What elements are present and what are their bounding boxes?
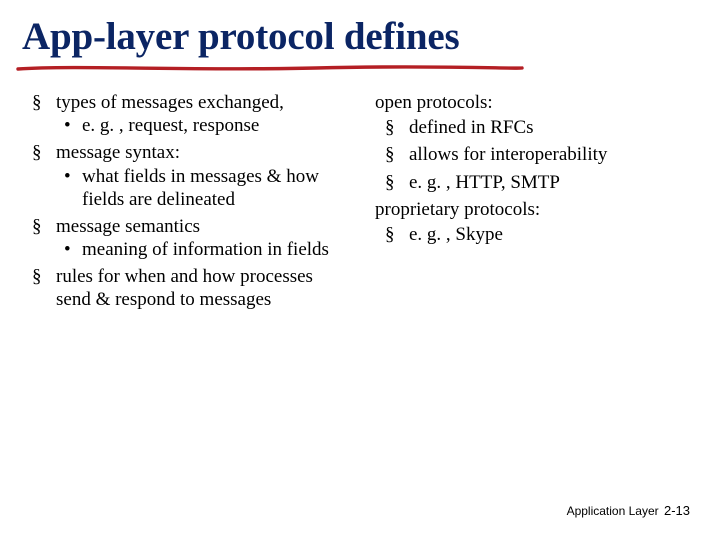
section-heading: open protocols: xyxy=(375,91,698,114)
list-text: message syntax: xyxy=(56,142,180,163)
footer-page: 2-13 xyxy=(664,503,690,518)
right-list: defined in RFCs allows for interoperabil… xyxy=(375,116,698,194)
footer-section: Application Layer xyxy=(567,504,659,518)
title-underline xyxy=(22,63,698,73)
left-list: types of messages exchanged, e. g. , req… xyxy=(22,91,345,312)
slide-title: App-layer protocol defines xyxy=(22,14,698,59)
list-item: e. g. , HTTP, SMTP xyxy=(409,171,698,194)
footer: Application Layer 2-13 xyxy=(567,503,690,518)
slide: App-layer protocol defines types of mess… xyxy=(0,0,720,540)
list-item: types of messages exchanged, e. g. , req… xyxy=(56,91,345,137)
list-item: allows for interoperability xyxy=(409,143,698,166)
list-item: defined in RFCs xyxy=(409,116,698,139)
list-text: message semantics xyxy=(56,216,200,237)
list-text: types of messages exchanged, xyxy=(56,92,284,113)
list-item: rules for when and how processes send & … xyxy=(56,265,345,311)
section-heading: proprietary protocols: xyxy=(375,198,698,221)
list-item: message semantics meaning of information… xyxy=(56,215,345,261)
sub-item: e. g. , request, response xyxy=(82,114,345,137)
list-item: e. g. , Skype xyxy=(409,223,698,246)
sub-list: meaning of information in fields xyxy=(56,238,345,261)
sub-list: e. g. , request, response xyxy=(56,114,345,137)
content-columns: types of messages exchanged, e. g. , req… xyxy=(22,91,698,316)
list-item: message syntax: what fields in messages … xyxy=(56,141,345,211)
sub-item: meaning of information in fields xyxy=(82,238,345,261)
list-text: rules for when and how processes send & … xyxy=(56,266,313,310)
sub-list: what fields in messages & how fields are… xyxy=(56,165,345,211)
right-column: open protocols: defined in RFCs allows f… xyxy=(373,91,698,316)
sub-item: what fields in messages & how fields are… xyxy=(82,165,345,211)
right-list: e. g. , Skype xyxy=(375,223,698,246)
left-column: types of messages exchanged, e. g. , req… xyxy=(22,91,345,316)
underline-stroke xyxy=(16,63,524,75)
